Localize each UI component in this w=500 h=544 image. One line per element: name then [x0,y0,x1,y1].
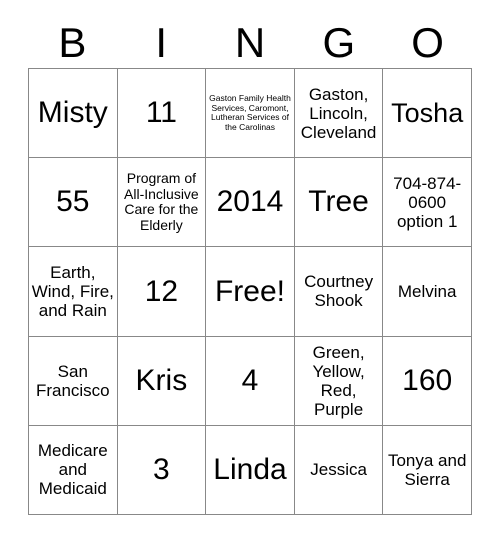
bingo-cell-label: Linda [213,453,287,487]
bingo-cell[interactable]: 160 [383,336,472,426]
bingo-cell[interactable]: Jessica [294,425,384,515]
header-letter-o: O [411,19,444,66]
bingo-cell-label: Tree [308,185,369,219]
bingo-cell-label: Gaston, Lincoln, Cleveland [300,84,377,142]
bingo-cell-label: 11 [145,96,177,130]
bingo-cell-label: Medicare and Medicaid [37,441,108,499]
bingo-cell[interactable]: Tree [294,158,384,248]
bingo-cell-label: Misty [37,96,108,130]
bingo-cell[interactable]: Kris [117,336,207,426]
bingo-cell-label: Earth, Wind, Fire, and Rain [31,262,114,320]
bingo-cell-label: Green, Yellow, Red, Purple [312,342,365,419]
header-letter-g: G [322,19,356,66]
bingo-cell-label: 160 [402,363,453,397]
bingo-cell[interactable]: 3 [117,425,207,515]
bingo-cell-label: 55 [56,185,90,219]
bingo-cell-label: Tonya and Sierra [387,450,467,489]
bingo-cell-label: 2014 [216,185,284,219]
bingo-cell-label: Courtney Shook [304,272,374,311]
bingo-cell[interactable]: 2014 [206,158,295,248]
bingo-cell-label: Jessica [310,460,367,480]
bingo-cell[interactable]: Earth, Wind, Fire, and Rain [29,247,118,337]
bingo-cell[interactable]: San Francisco [29,336,118,426]
bingo-cell[interactable]: Courtney Shook [294,247,384,337]
bingo-cell[interactable]: 12 [117,247,207,337]
bingo-cell-label: 3 [153,453,170,487]
bingo-cell[interactable]: Tonya and Sierra [383,425,472,515]
bingo-cell[interactable]: Melvina [383,247,472,337]
bingo-cell[interactable]: Gaston Family Health Services, Caromont,… [206,69,295,159]
header-letter-b: B [58,19,87,66]
bingo-cell-label: San Francisco [35,361,110,400]
bingo-cell-label: 4 [241,363,259,397]
bingo-cell[interactable]: 704-874-0600 option 1 [383,158,472,248]
bingo-card: B I N G O Misty 11 Gaston Family Health Se… [0,0,500,544]
header-letter-i: I [155,19,168,66]
bingo-cell-label: Gaston Family Health Services, Caromont,… [209,93,291,132]
bingo-cell[interactable]: Linda [206,425,295,515]
bingo-cell[interactable]: 4 [206,336,295,426]
bingo-cell[interactable]: Program of All-Inclusive Care for the El… [117,158,207,248]
header-letter-n: N [234,19,266,66]
bingo-cell[interactable]: Green, Yellow, Red, Purple [294,336,384,426]
bingo-grid: Misty 11 Gaston Family Health Services, Ca… [28,68,472,515]
bingo-cell[interactable]: Tosha [383,69,472,159]
bingo-cell-label: Free! [214,274,285,308]
bingo-cell-label: 704-874-0600 option 1 [393,173,462,231]
bingo-cell-label: Kris [135,363,188,397]
bingo-cell[interactable]: Gaston, Lincoln, Cleveland [294,69,384,159]
bingo-cell-label: 12 [144,274,179,308]
bingo-cell[interactable]: 55 [29,158,118,248]
bingo-cell[interactable]: 11 [117,69,207,159]
bingo-cell[interactable]: Free! [206,247,295,337]
bingo-cell-label: Tosha [391,97,464,128]
bingo-cell[interactable]: Medicare and Medicaid [29,425,118,515]
bingo-header: B I N G O [28,18,472,68]
bingo-cell[interactable]: Misty [29,69,118,159]
bingo-cell-label: Program of All-Inclusive Care for the El… [124,169,199,233]
bingo-cell-label: Melvina [397,281,457,301]
